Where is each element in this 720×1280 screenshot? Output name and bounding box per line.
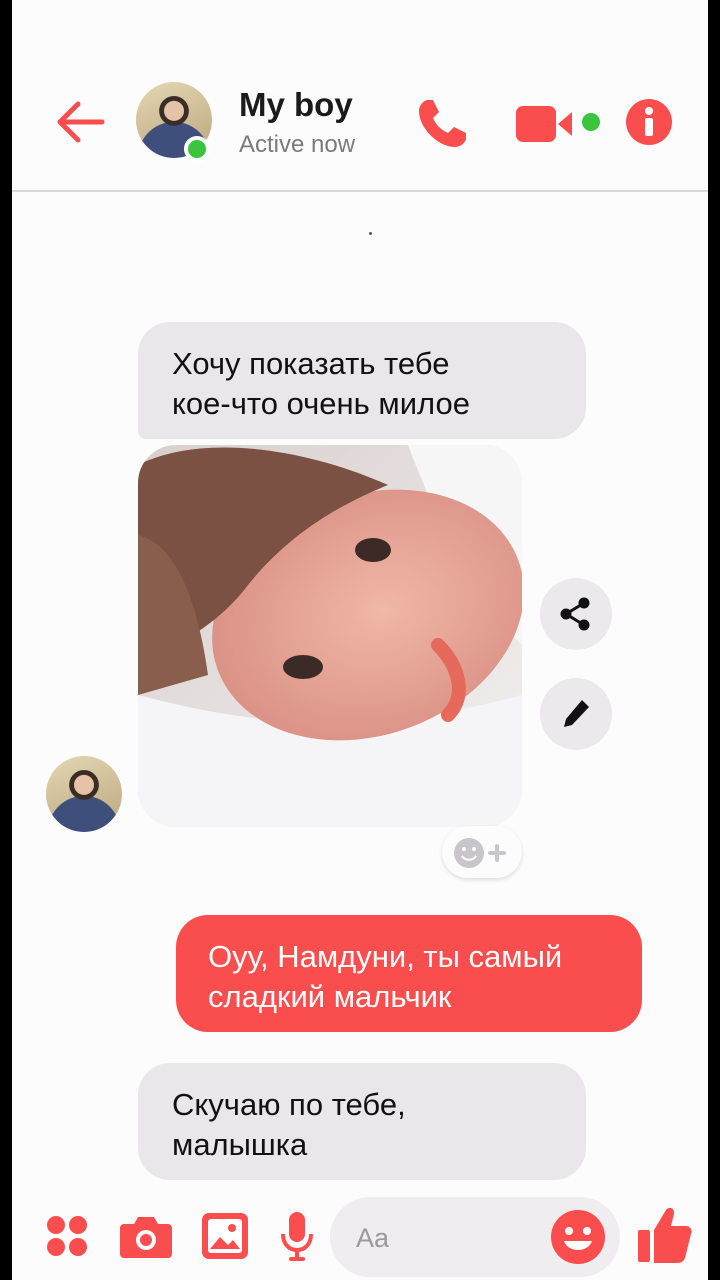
message-text: кое-что очень милое <box>172 386 470 421</box>
chat-screen: My boy Active now Хочу показать тебе кое… <box>12 0 708 1280</box>
message-text: Хочу показать тебе <box>172 346 450 381</box>
contact-status: Active now <box>239 131 356 158</box>
gallery-icon[interactable] <box>202 1213 248 1259</box>
more-apps-icon[interactable] <box>46 1215 88 1257</box>
sender-avatar[interactable] <box>46 756 122 832</box>
typing-indicator <box>369 232 372 235</box>
info-icon[interactable] <box>626 99 672 145</box>
message-text: Оуу, Намдуни, ты самый <box>208 939 563 974</box>
photo-image <box>138 445 522 827</box>
message-text: Скучаю по тебе, <box>172 1087 406 1122</box>
video-camera-icon[interactable] <box>516 104 576 144</box>
microphone-icon[interactable] <box>280 1212 314 1262</box>
message-bubble-incoming[interactable]: Хочу показать тебе кое-что очень милое <box>138 322 586 439</box>
back-arrow-icon[interactable] <box>54 96 106 148</box>
message-text: сладкий мальчик <box>208 979 452 1014</box>
add-reaction-button[interactable] <box>442 826 522 878</box>
share-button[interactable] <box>540 578 612 650</box>
chat-header: My boy Active now <box>12 0 708 192</box>
camera-icon[interactable] <box>120 1214 172 1258</box>
add-reaction-icon <box>454 838 506 868</box>
phone-icon[interactable] <box>414 96 470 152</box>
message-input[interactable] <box>354 1217 528 1259</box>
pencil-icon <box>564 700 589 727</box>
emoji-icon[interactable] <box>550 1209 606 1265</box>
thumbs-up-icon[interactable] <box>638 1206 692 1264</box>
share-icon <box>560 597 590 631</box>
edit-button[interactable] <box>540 678 612 750</box>
photo-message[interactable] <box>138 445 522 827</box>
message-bubble-incoming[interactable]: Скучаю по тебе, малышка <box>138 1063 586 1180</box>
message-text: малышка <box>172 1127 308 1162</box>
video-active-dot <box>582 113 600 131</box>
contact-name[interactable]: My boy <box>239 86 353 124</box>
online-status-dot <box>184 136 210 162</box>
message-bubble-outgoing[interactable]: Оуу, Намдуни, ты самый сладкий мальчик <box>176 915 642 1032</box>
